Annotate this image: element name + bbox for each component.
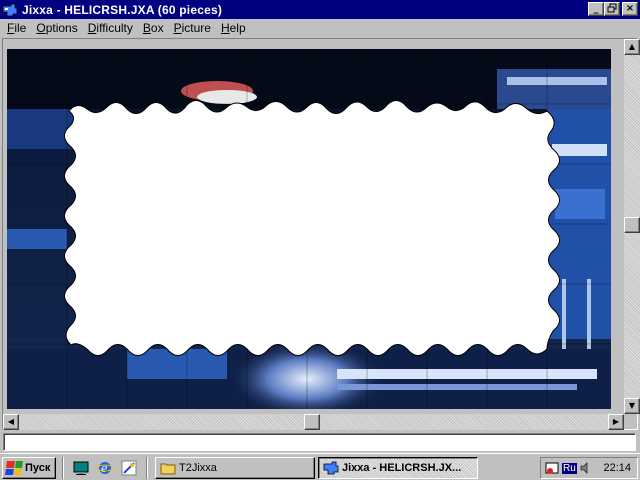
menu-help[interactable]: Help — [216, 21, 251, 35]
restore-icon — [607, 3, 617, 13]
volume-icon[interactable] — [579, 461, 593, 475]
taskbar-separator — [146, 457, 148, 479]
menu-picture-accel: P — [173, 21, 182, 35]
close-button[interactable]: × — [622, 2, 638, 16]
scheduler-icon[interactable] — [544, 460, 560, 476]
menu-box-label: ox — [150, 21, 164, 35]
menu-help-label: elp — [229, 21, 246, 35]
menu-box[interactable]: Box — [138, 21, 169, 35]
menu-file-label: ile — [14, 21, 27, 35]
jixxa-app-icon — [2, 2, 18, 18]
system-tray: Ru 22:14 — [540, 457, 638, 479]
taskbar-separator — [62, 457, 64, 479]
status-bar — [3, 433, 636, 451]
minimize-button[interactable]: _ — [588, 2, 604, 16]
puzzle-board[interactable] — [7, 49, 611, 409]
menu-help-accel: H — [220, 21, 230, 35]
jixxa-app-icon — [323, 461, 339, 475]
scroll-left-button[interactable]: ◀ — [3, 414, 19, 430]
menu-box-accel: B — [142, 21, 151, 35]
scroll-up-button[interactable]: ▲ — [624, 39, 640, 55]
horizontal-scrollbar[interactable]: ◀ ▶ — [3, 414, 624, 430]
scroll-right-button[interactable]: ▶ — [608, 414, 624, 430]
clock[interactable]: 22:14 — [603, 462, 631, 474]
puzzle-image[interactable] — [7, 49, 611, 409]
menu-difficulty-label: ifficulty — [96, 21, 133, 35]
taskbar: Пуск e T2Jixxa Jixxa - HELICRSH.JX... Ru… — [0, 453, 640, 480]
restore-button[interactable] — [604, 2, 620, 16]
svg-text:e: e — [101, 462, 108, 475]
window-title: Jixxa - HELICRSH.JXA (60 pieces) — [22, 2, 223, 17]
menu-options[interactable]: Options — [31, 21, 82, 35]
puzzle-client-area: ▲ ▼ ◀ ▶ — [2, 38, 640, 430]
taskbar-item-label: Jixxa - HELICRSH.JX... — [342, 462, 462, 474]
taskbar-item-jixxa[interactable]: Jixxa - HELICRSH.JX... — [318, 457, 478, 479]
vertical-scroll-thumb[interactable] — [624, 217, 640, 233]
menu-picture[interactable]: Picture — [169, 21, 216, 35]
start-button[interactable]: Пуск — [2, 457, 56, 479]
title-bar[interactable]: Jixxa - HELICRSH.JXA (60 pieces) _ × — [0, 0, 640, 19]
start-label: Пуск — [25, 462, 51, 474]
horizontal-scroll-thumb[interactable] — [304, 414, 320, 430]
channels-icon[interactable] — [120, 459, 138, 477]
desktop-icon[interactable] — [72, 459, 90, 477]
scroll-down-button[interactable]: ▼ — [624, 398, 640, 414]
menu-picture-label: icture — [181, 21, 211, 35]
folder-icon — [160, 463, 176, 475]
windows-logo-icon — [5, 461, 23, 475]
taskbar-item-label: T2Jixxa — [179, 462, 217, 474]
language-indicator[interactable]: Ru — [562, 462, 577, 474]
menu-bar: File Options Difficulty Box Picture Help — [0, 19, 640, 37]
menu-difficulty[interactable]: Difficulty — [83, 21, 138, 35]
menu-file[interactable]: File — [2, 21, 31, 35]
taskbar-item-t2jixxa[interactable]: T2Jixxa — [155, 457, 315, 479]
browser-icon[interactable]: e — [96, 459, 114, 477]
vertical-scrollbar[interactable]: ▲ ▼ — [624, 39, 640, 414]
menu-options-label: ptions — [45, 21, 78, 35]
menu-options-accel: O — [36, 21, 46, 35]
